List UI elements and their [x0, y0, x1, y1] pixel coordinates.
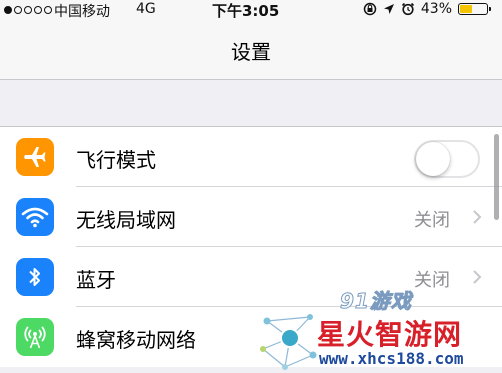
watermark-logo-text: 91游戏	[340, 289, 412, 314]
row-label-airplane-mode: 飞行模式	[76, 148, 156, 172]
cellular-antenna-icon	[16, 318, 54, 356]
watermark: 91游戏 星火智游网 www.xhcs188.com	[255, 285, 502, 373]
settings-row-airplane-mode[interactable]: 飞行模式	[0, 127, 502, 187]
network-logo-icon	[260, 314, 317, 370]
network-type: 4G	[136, 1, 156, 17]
settings-row-wlan[interactable]: 无线局域网 关闭	[0, 187, 502, 247]
airplane-mode-toggle[interactable]	[414, 140, 480, 178]
toggle-knob	[416, 142, 450, 176]
battery-percent: 43%	[420, 1, 452, 17]
chevron-right-icon	[473, 270, 482, 284]
row-label-cellular: 蜂窝移动网络	[76, 328, 196, 352]
chevron-right-icon	[473, 210, 482, 224]
alarm-icon	[401, 2, 414, 16]
signal-strength-icon	[4, 6, 52, 14]
row-label-wlan: 无线局域网	[76, 208, 176, 232]
status-time: 下午3:05	[212, 2, 280, 20]
row-value-wlan: 关闭	[414, 210, 450, 231]
status-bar: 中国移动 4G 下午3:05 43%	[0, 0, 502, 22]
lock-rotation-icon	[363, 2, 377, 16]
battery-icon	[458, 3, 491, 15]
airplane-icon	[16, 138, 54, 176]
watermark-url: www.xhcs188.com	[319, 349, 464, 368]
carrier-name: 中国移动	[54, 4, 110, 20]
scroll-indicator	[494, 134, 499, 220]
page-title: 设置	[231, 40, 271, 64]
bluetooth-icon	[16, 258, 54, 296]
watermark-brand: 星火智游网	[317, 318, 463, 351]
row-label-bluetooth: 蓝牙	[76, 268, 116, 292]
battery-level-fill	[460, 5, 473, 13]
navigation-bar: 设置	[0, 22, 502, 80]
status-icons: 43%	[363, 1, 491, 17]
location-arrow-icon	[383, 4, 394, 14]
wifi-icon	[16, 198, 54, 236]
